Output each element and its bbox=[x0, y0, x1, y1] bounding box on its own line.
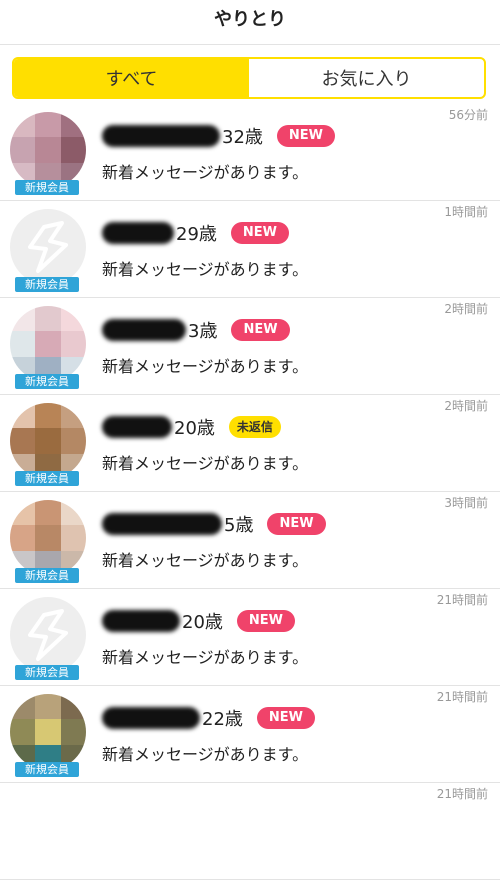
new-badge: NEW bbox=[276, 125, 336, 147]
timestamp: 2時間前 bbox=[444, 302, 488, 316]
new-member-badge: 新規会員 bbox=[15, 568, 79, 583]
avatar[interactable] bbox=[10, 306, 86, 382]
message-preview: 新着メッセージがあります。 bbox=[102, 745, 309, 764]
user-age: 5歳 bbox=[224, 515, 254, 536]
message-preview: 新着メッセージがあります。 bbox=[102, 357, 309, 376]
redacted-name bbox=[102, 222, 174, 244]
message-preview: 新着メッセージがあります。 bbox=[102, 551, 309, 570]
conversation-row[interactable]: 21時間前 bbox=[0, 783, 500, 880]
message-preview: 新着メッセージがあります。 bbox=[102, 648, 309, 667]
user-age: 29歳 bbox=[176, 224, 217, 245]
message-preview: 新着メッセージがあります。 bbox=[102, 260, 309, 279]
new-badge: NEW bbox=[230, 222, 290, 244]
new-member-badge: 新規会員 bbox=[15, 665, 79, 680]
name-line: 32歳 NEW bbox=[102, 124, 336, 148]
name-line: 3歳 NEW bbox=[102, 318, 290, 342]
default-avatar-icon bbox=[28, 609, 68, 661]
name-line: 22歳 NEW bbox=[102, 706, 316, 730]
filter-tabs: すべて お気に入り bbox=[12, 57, 486, 99]
redacted-name bbox=[102, 319, 186, 341]
redacted-name bbox=[102, 610, 180, 632]
user-age: 3歳 bbox=[188, 321, 218, 342]
avatar[interactable] bbox=[10, 500, 86, 576]
new-member-badge: 新規会員 bbox=[15, 277, 79, 292]
new-member-badge: 新規会員 bbox=[15, 180, 79, 195]
avatar[interactable] bbox=[10, 209, 86, 285]
user-age: 20歳 bbox=[174, 418, 215, 439]
tab-favorites[interactable]: お気に入り bbox=[249, 59, 484, 97]
conversation-row[interactable]: 新規会員 20歳 未返信 2時間前新着メッセージがあります。 bbox=[0, 395, 500, 492]
new-member-badge: 新規会員 bbox=[15, 471, 79, 486]
timestamp: 2時間前 bbox=[444, 399, 488, 413]
avatar[interactable] bbox=[10, 112, 86, 188]
new-member-badge: 新規会員 bbox=[15, 762, 79, 777]
timestamp: 21時間前 bbox=[436, 593, 488, 607]
new-member-badge: 新規会員 bbox=[15, 374, 79, 389]
conversation-row[interactable]: 新規会員 29歳 NEW 1時間前新着メッセージがあります。 bbox=[0, 201, 500, 298]
message-preview: 新着メッセージがあります。 bbox=[102, 163, 309, 182]
header: やりとり bbox=[0, 0, 500, 45]
default-avatar-icon bbox=[28, 221, 68, 273]
user-age: 20歳 bbox=[182, 612, 223, 633]
unreplied-badge: 未返信 bbox=[228, 416, 281, 438]
redacted-name bbox=[102, 416, 172, 438]
conversation-row[interactable]: 新規会員 5歳 NEW 3時間前新着メッセージがあります。 bbox=[0, 492, 500, 589]
timestamp: 1時間前 bbox=[444, 205, 488, 219]
new-badge: NEW bbox=[267, 513, 326, 535]
user-age: 22歳 bbox=[202, 709, 243, 730]
name-line: 5歳 NEW bbox=[102, 512, 326, 536]
new-badge: NEW bbox=[256, 707, 316, 729]
new-badge: NEW bbox=[231, 319, 290, 341]
avatar[interactable] bbox=[10, 694, 86, 770]
timestamp: 56分前 bbox=[448, 108, 488, 122]
conversation-row[interactable]: 新規会員 3歳 NEW 2時間前新着メッセージがあります。 bbox=[0, 298, 500, 395]
avatar[interactable] bbox=[10, 403, 86, 479]
timestamp: 21時間前 bbox=[436, 690, 488, 704]
page-title: やりとり bbox=[214, 9, 286, 30]
conversation-list: 新規会員 32歳 NEW 56分前 新着メッセージがあります。 新規会員 29歳 NEW 1時間… bbox=[0, 104, 500, 880]
redacted-name bbox=[102, 707, 200, 729]
conversation-row[interactable]: 新規会員 32歳 NEW 56分前新着メッセージがあります。 bbox=[0, 104, 500, 201]
message-preview: 新着メッセージがあります。 bbox=[102, 454, 309, 473]
conversation-row[interactable]: 新規会員 22歳 NEW 21時間前新着メッセージがあります。 bbox=[0, 686, 500, 783]
timestamp: 21時間前 bbox=[436, 787, 488, 801]
name-line: 20歳 未返信 bbox=[102, 415, 281, 439]
conversation-row[interactable]: 新規会員 20歳 NEW 21時間前新着メッセージがあります。 bbox=[0, 589, 500, 686]
name-line: 20歳 NEW bbox=[102, 609, 296, 633]
new-badge: NEW bbox=[236, 610, 296, 632]
name-line: 29歳 NEW bbox=[102, 221, 290, 245]
redacted-name bbox=[102, 513, 222, 535]
timestamp: 3時間前 bbox=[444, 496, 488, 510]
redacted-name bbox=[102, 125, 220, 147]
user-age: 32歳 bbox=[222, 127, 263, 148]
tab-all[interactable]: すべて bbox=[14, 59, 249, 97]
avatar[interactable] bbox=[10, 597, 86, 673]
